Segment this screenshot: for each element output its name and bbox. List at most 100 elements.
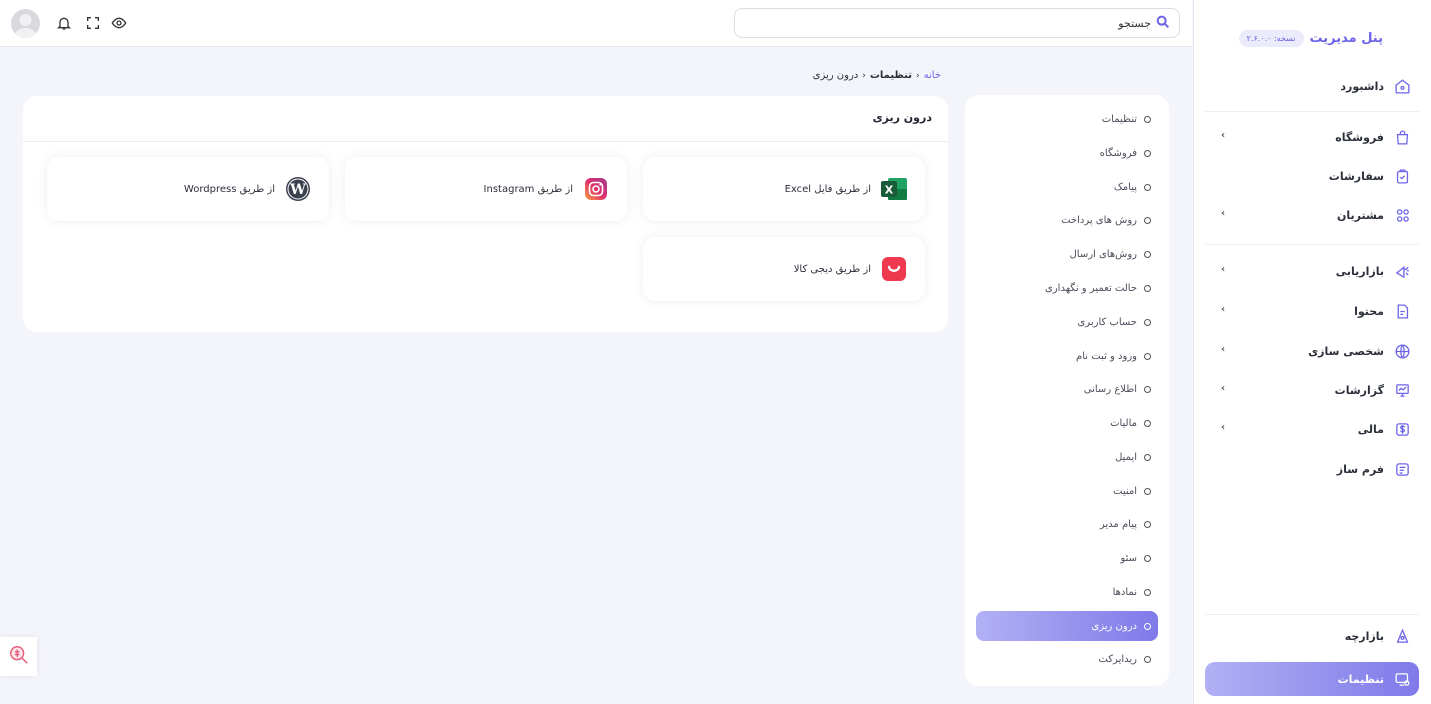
settings-item-payment[interactable]: روش های پرداخت xyxy=(976,205,1158,235)
search-box[interactable] xyxy=(734,8,1180,38)
card-divider xyxy=(23,141,948,142)
fullscreen-icon[interactable] xyxy=(85,15,101,31)
circle-icon xyxy=(1144,250,1151,258)
settings-menu: تنظیمات فروشگاه پیامک روش های پرداخت روش… xyxy=(965,95,1169,686)
import-excel-option[interactable]: X از طریق فایل Excel xyxy=(643,157,925,221)
settings-item-import[interactable]: درون ریزی xyxy=(976,611,1158,641)
circle-icon xyxy=(1144,655,1151,663)
settings-item-notification[interactable]: اطلاع رسانی xyxy=(976,374,1158,404)
sidebar-item-settings[interactable]: تنظیمات xyxy=(1205,662,1419,696)
bell-icon[interactable] xyxy=(56,15,72,31)
settings-item-seo[interactable]: سئو xyxy=(976,543,1158,573)
settings-item-maintenance[interactable]: حالت تعمیر و نگهداری xyxy=(976,273,1158,303)
instagram-icon xyxy=(583,176,609,202)
breadcrumb-home[interactable]: خانه xyxy=(924,70,941,81)
settings-item-label: سئو xyxy=(1120,552,1137,564)
import-instagram-option[interactable]: از طریق Instagram xyxy=(345,157,627,221)
sidebar-item-customers[interactable]: مشتریان ‹ xyxy=(1205,199,1419,231)
report-icon xyxy=(1393,381,1411,399)
chevron-left-icon: ‹ xyxy=(916,70,920,81)
option-label: از طریق دیجی کالا xyxy=(793,263,871,275)
breadcrumb: خانه ‹ تنظیمات ‹ درون ریزی xyxy=(813,70,941,81)
floating-debug-button[interactable] xyxy=(0,637,37,676)
chevron-left-icon: ‹ xyxy=(1221,422,1226,433)
sidebar-item-label: بازارچه xyxy=(1344,629,1384,643)
circle-icon xyxy=(1144,520,1151,528)
settings-item-shop[interactable]: فروشگاه xyxy=(976,138,1158,168)
digikala-icon xyxy=(881,256,907,282)
sidebar-item-label: تنظیمات xyxy=(1337,672,1384,686)
search-input[interactable] xyxy=(751,16,1151,30)
import-card: درون ریزی X از طریق فایل Excel از طریق I… xyxy=(23,96,948,332)
document-icon xyxy=(1393,302,1411,320)
circle-icon xyxy=(1144,487,1151,495)
sidebar-item-label: مشتریان xyxy=(1337,208,1384,222)
settings-item-sms[interactable]: پیامک xyxy=(976,172,1158,202)
settings-item-account[interactable]: حساب کاربری xyxy=(976,307,1158,337)
sidebar: پنل مدیریت نسخه: ۲.۶.۰.۰ داشبورد فروشگاه… xyxy=(1193,0,1431,704)
sidebar-item-form-builder[interactable]: فرم ساز xyxy=(1205,453,1419,485)
users-icon xyxy=(1393,206,1411,224)
settings-item-redirect[interactable]: ریدایرکت xyxy=(976,644,1158,674)
chevron-left-icon: ‹ xyxy=(1221,264,1226,275)
version-badge: نسخه: ۲.۶.۰.۰ xyxy=(1238,30,1304,47)
option-label: از طریق Instagram xyxy=(483,183,573,195)
order-bag-icon xyxy=(1393,167,1411,185)
settings-item-label: پیام مدیر xyxy=(1099,518,1137,530)
sidebar-item-personalization[interactable]: شخصی سازی ‹ xyxy=(1205,335,1419,367)
settings-item-label: مالیات xyxy=(1110,417,1137,429)
settings-item-symbols[interactable]: نمادها xyxy=(976,577,1158,607)
wordpress-icon: W xyxy=(285,176,311,202)
circle-icon xyxy=(1144,183,1151,191)
settings-item-label: ورود و ثبت نام xyxy=(1076,350,1137,362)
home-icon xyxy=(1393,77,1411,95)
dollar-icon xyxy=(1393,420,1411,438)
import-digikala-option[interactable]: از طریق دیجی کالا xyxy=(643,237,925,301)
sidebar-divider xyxy=(1205,614,1419,615)
sidebar-item-label: بازاریابی xyxy=(1335,264,1384,278)
settings-item-label: تنظیمات xyxy=(1101,113,1137,125)
bag-icon xyxy=(1393,128,1411,146)
avatar[interactable] xyxy=(11,9,40,38)
settings-item-label: ریدایرکت xyxy=(1098,653,1137,665)
settings-item-general[interactable]: تنظیمات xyxy=(976,104,1158,134)
sidebar-item-dashboard[interactable]: داشبورد xyxy=(1205,70,1419,102)
sidebar-item-label: فروشگاه xyxy=(1335,130,1384,144)
settings-item-label: حساب کاربری xyxy=(1077,316,1137,328)
option-label: از طریق فایل Excel xyxy=(784,183,871,195)
form-icon xyxy=(1393,460,1411,478)
sidebar-item-marketing[interactable]: بازاریابی ‹ xyxy=(1205,255,1419,287)
sidebar-item-orders[interactable]: سفارشات xyxy=(1205,160,1419,192)
sidebar-item-finance[interactable]: مالی ‹ xyxy=(1205,413,1419,445)
circle-icon xyxy=(1144,284,1151,292)
eye-icon[interactable] xyxy=(111,15,127,31)
import-wordpress-option[interactable]: W از طریق Wordpress xyxy=(47,157,329,221)
sidebar-divider xyxy=(1205,111,1419,112)
settings-item-label: روش‌های ارسال xyxy=(1069,248,1138,260)
settings-item-security[interactable]: امنیت xyxy=(976,476,1158,506)
brand-title: پنل مدیریت xyxy=(1309,31,1384,46)
sidebar-item-content[interactable]: محتوا ‹ xyxy=(1205,295,1419,327)
sidebar-item-marketplace[interactable]: بازارچه xyxy=(1205,620,1419,652)
settings-item-shipping[interactable]: روش‌های ارسال xyxy=(976,239,1158,269)
sidebar-item-reports[interactable]: گزارشات ‹ xyxy=(1205,374,1419,406)
circle-icon xyxy=(1144,149,1151,157)
breadcrumb-settings[interactable]: تنظیمات xyxy=(870,70,912,81)
settings-item-login[interactable]: ورود و ثبت نام xyxy=(976,341,1158,371)
circle-icon xyxy=(1144,453,1151,461)
circle-icon xyxy=(1144,216,1151,224)
circle-icon xyxy=(1144,352,1151,360)
sidebar-item-shop[interactable]: فروشگاه ‹ xyxy=(1205,121,1419,153)
circle-icon xyxy=(1144,318,1151,326)
settings-item-label: نمادها xyxy=(1112,586,1137,598)
settings-item-admin-message[interactable]: پیام مدیر xyxy=(976,509,1158,539)
settings-item-tax[interactable]: مالیات xyxy=(976,408,1158,438)
chevron-left-icon: ‹ xyxy=(1221,383,1226,394)
sidebar-item-label: شخصی سازی xyxy=(1308,344,1384,358)
svg-text:X: X xyxy=(885,184,894,197)
megaphone-icon xyxy=(1393,262,1411,280)
sidebar-item-label: مالی xyxy=(1357,422,1384,436)
chevron-left-icon: ‹ xyxy=(1221,344,1226,355)
brand: پنل مدیریت نسخه: ۲.۶.۰.۰ xyxy=(1238,30,1384,47)
settings-item-email[interactable]: ایمیل xyxy=(976,442,1158,472)
